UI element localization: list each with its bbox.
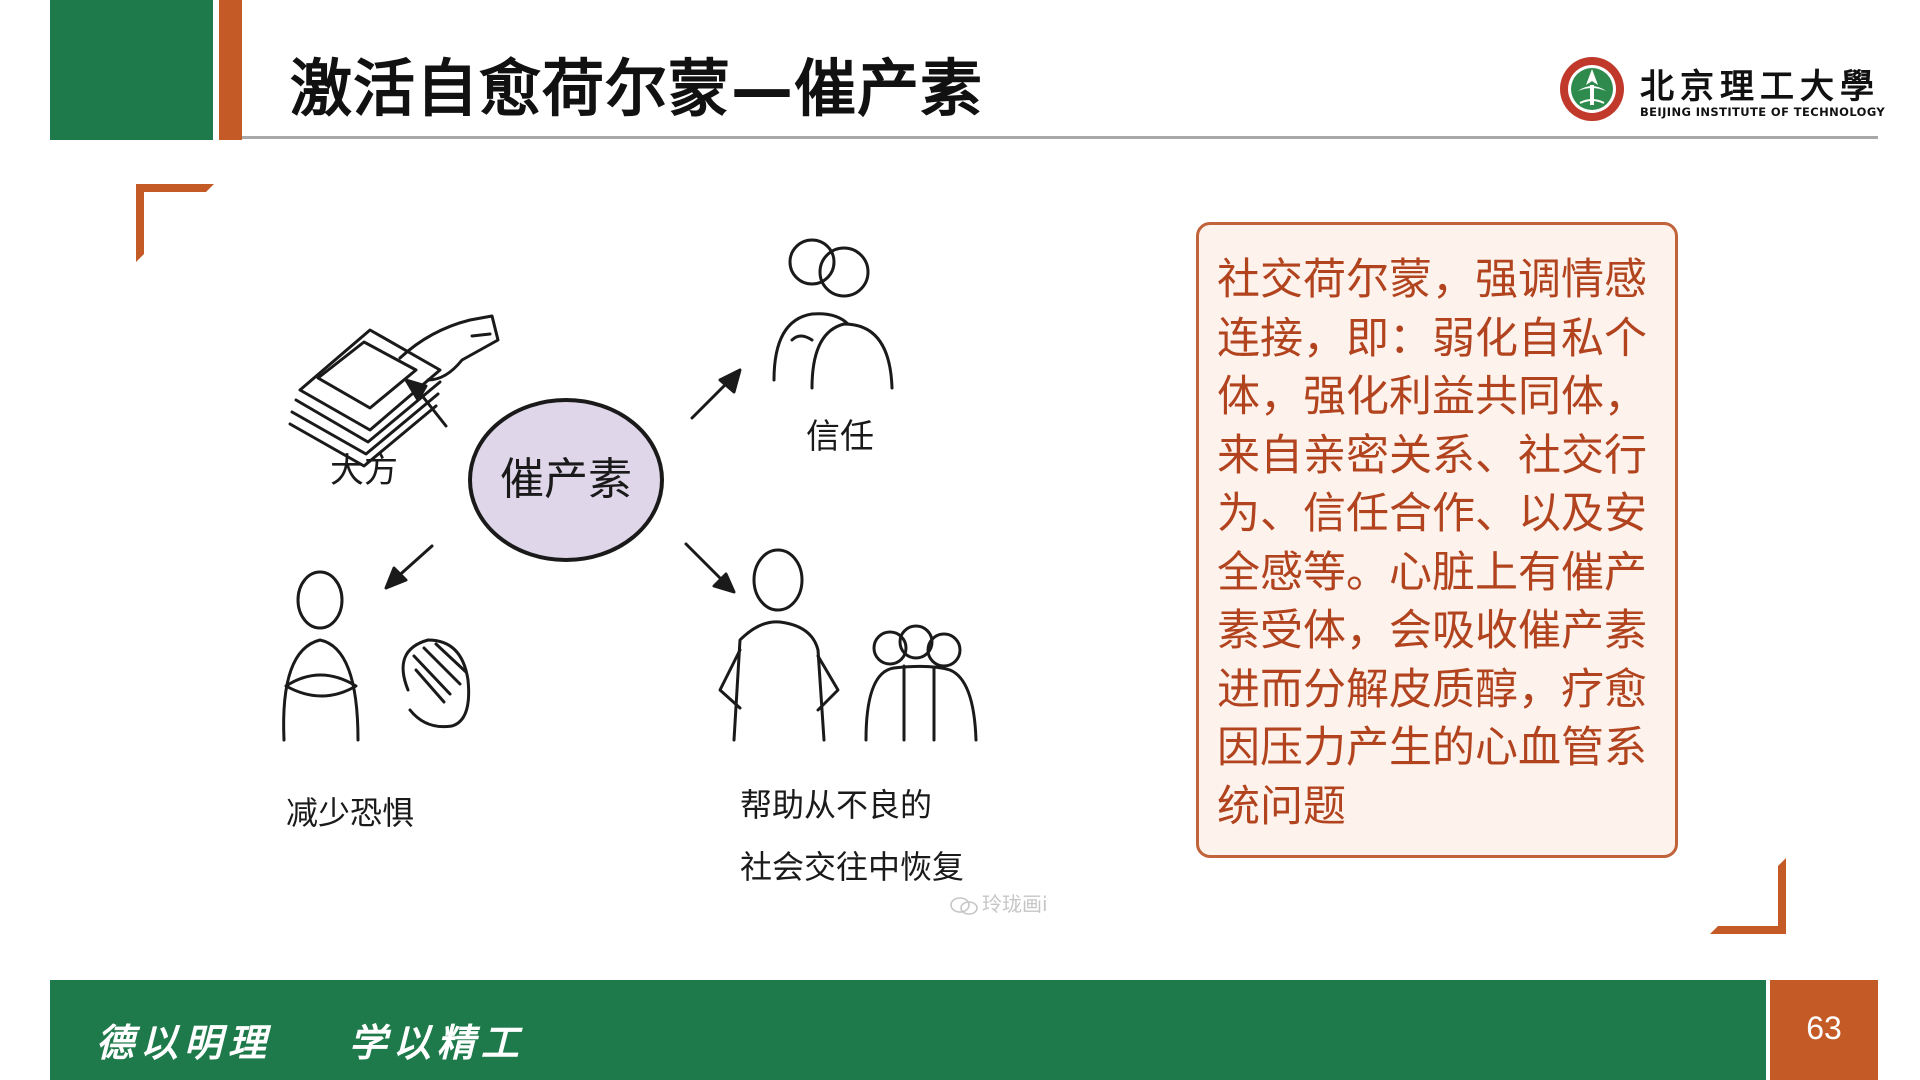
watermark-text: 玲珑画i (982, 892, 1048, 916)
reduce-fear-people-icon (282, 570, 471, 742)
slide-title: 激活自愈荷尔蒙—催产素 (290, 52, 984, 125)
header-divider (242, 136, 1878, 139)
chat-bubble-icon (950, 896, 978, 915)
label-recover-line2: 社会交往中恢复 (740, 848, 964, 886)
label-reduce-fear: 减少恐惧 (286, 794, 414, 832)
header-orange-stripe (219, 0, 242, 140)
university-seal-icon (1560, 57, 1624, 121)
page-number: 63 (1806, 1010, 1842, 1046)
corner-bracket-top-left (136, 184, 214, 262)
header-green-block (50, 0, 213, 140)
corner-bracket-bottom-right (1710, 858, 1786, 934)
label-trust: 信任 (806, 417, 874, 457)
university-logo: 北京理工大學 BEIJING INSTITUTE OF TECHNOLOGY (1558, 55, 1888, 127)
explanation-text: 社交荷尔蒙，强调情感连接，即：弱化自私个体，强化利益共同体，来自亲密关系、社交行… (1217, 255, 1647, 832)
money-hand-icon (288, 314, 500, 468)
oxytocin-illustration: 催产素 大方 信任 减少恐惧 帮助从不良的 社会交往中恢复 (282, 238, 978, 886)
trust-people-icon (772, 238, 894, 390)
label-recover-line1: 帮助从不良的 (740, 786, 932, 824)
recover-people-icon (718, 548, 978, 742)
footer-motto: 德以明理 学以精工 (96, 1020, 525, 1065)
center-label: 催产素 (500, 454, 632, 505)
label-generous: 大方 (330, 451, 398, 491)
watermark: 玲珑画i (950, 888, 1048, 917)
explanation-box: 社交荷尔蒙，强调情感连接，即：弱化自私个体，强化利益共同体，来自亲密关系、社交行… (1196, 222, 1678, 858)
university-name-en: BEIJING INSTITUTE OF TECHNOLOGY (1640, 105, 1886, 119)
university-name-cn: 北京理工大學 (1640, 67, 1880, 107)
